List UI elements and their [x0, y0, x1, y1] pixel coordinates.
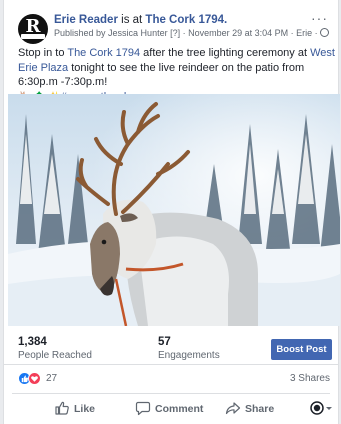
comment-icon — [135, 401, 151, 416]
post-as-selector[interactable] — [310, 400, 338, 418]
page-name-link[interactable]: Erie Reader — [54, 14, 118, 26]
reindeer-photo — [8, 94, 340, 326]
share-button[interactable]: Share — [225, 400, 274, 418]
menu-dots-icon[interactable]: ··· — [311, 10, 328, 26]
like-button[interactable]: Like — [54, 400, 95, 418]
reaction-icons[interactable] — [18, 372, 44, 386]
chevron-down-icon — [326, 407, 332, 410]
engagements[interactable]: 57 Engagements — [158, 336, 220, 362]
shares-count[interactable]: 3 Shares — [290, 373, 330, 384]
post-insights: 1,384 People Reached 57 Engagements Boos… — [4, 326, 338, 365]
globe-icon — [320, 28, 330, 37]
love-reaction-icon — [28, 372, 41, 385]
post-header: R Erie Reader is at The Cork 1794. Publi… — [18, 10, 330, 46]
thumbs-up-icon — [55, 401, 69, 415]
people-reached[interactable]: 1,384 People Reached — [18, 336, 92, 362]
comment-button[interactable]: Comment — [135, 400, 203, 418]
post-meta: Published by Jessica Hunter [?] · Novemb… — [54, 27, 330, 40]
reaction-count[interactable]: 27 — [46, 373, 57, 384]
post-photo[interactable] — [8, 94, 340, 326]
reactions-bar: 27 3 Shares — [18, 372, 330, 388]
boost-post-button[interactable]: Boost Post — [271, 339, 332, 360]
post-card: R Erie Reader is at The Cork 1794. Publi… — [3, 0, 340, 424]
share-icon — [225, 402, 241, 415]
place-link[interactable]: The Cork 1794. — [145, 14, 227, 26]
post-actions: Like Comment Share — [12, 393, 332, 423]
mention-the-cork[interactable]: The Cork 1794 — [67, 47, 140, 59]
author-link[interactable]: Jessica Hunter — [108, 28, 168, 38]
post-header-text: Erie Reader is at The Cork 1794. Publish… — [54, 13, 330, 40]
page-avatar[interactable]: R — [18, 14, 48, 44]
